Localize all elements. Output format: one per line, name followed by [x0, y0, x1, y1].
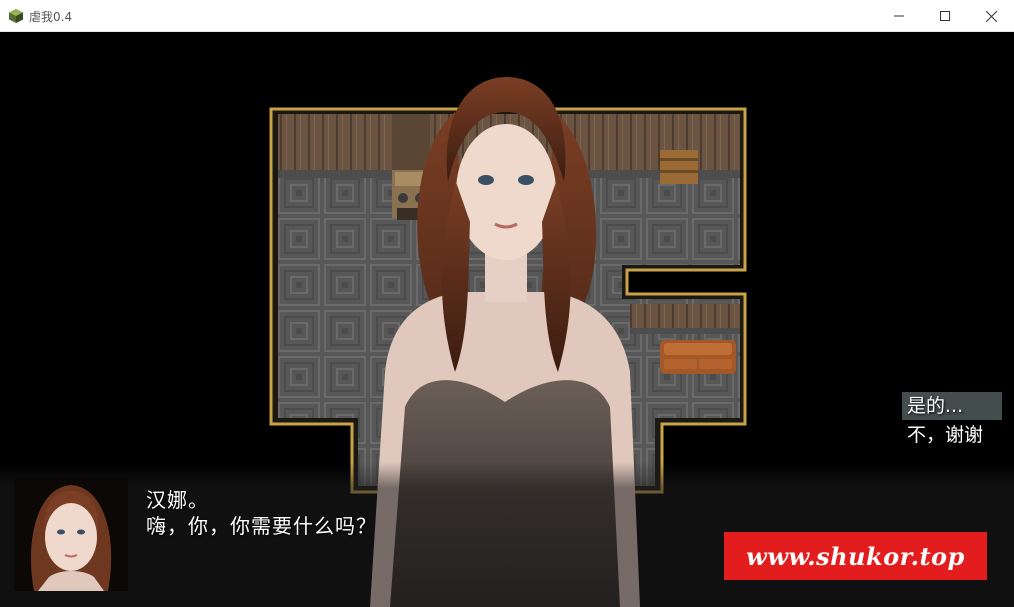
game-screen[interactable]: 汉娜。 嗨，你，你需要什么吗？ 是的... 不，谢谢 www.shukor.to… [0, 32, 1014, 607]
choice-no-thanks[interactable]: 不，谢谢 [902, 421, 1002, 449]
speaker-name: 汉娜。 [146, 488, 209, 512]
maximize-button[interactable] [922, 0, 968, 32]
choice-yes[interactable]: 是的... [902, 392, 1002, 420]
speaker-face [14, 477, 128, 591]
minimize-icon [894, 15, 904, 17]
watermark-banner: www.shukor.top [724, 532, 987, 580]
window-title: 虐我0.4 [29, 10, 73, 24]
dialogue-text: 嗨，你，你需要什么吗？ [146, 514, 377, 538]
app-icon [9, 9, 23, 23]
title-bar: 虐我0.4 [0, 0, 1014, 32]
close-button[interactable] [968, 0, 1014, 32]
maximize-icon [940, 11, 950, 21]
close-icon [985, 10, 997, 22]
watermark-text: www.shukor.top [746, 541, 965, 571]
minimize-button[interactable] [876, 0, 922, 32]
